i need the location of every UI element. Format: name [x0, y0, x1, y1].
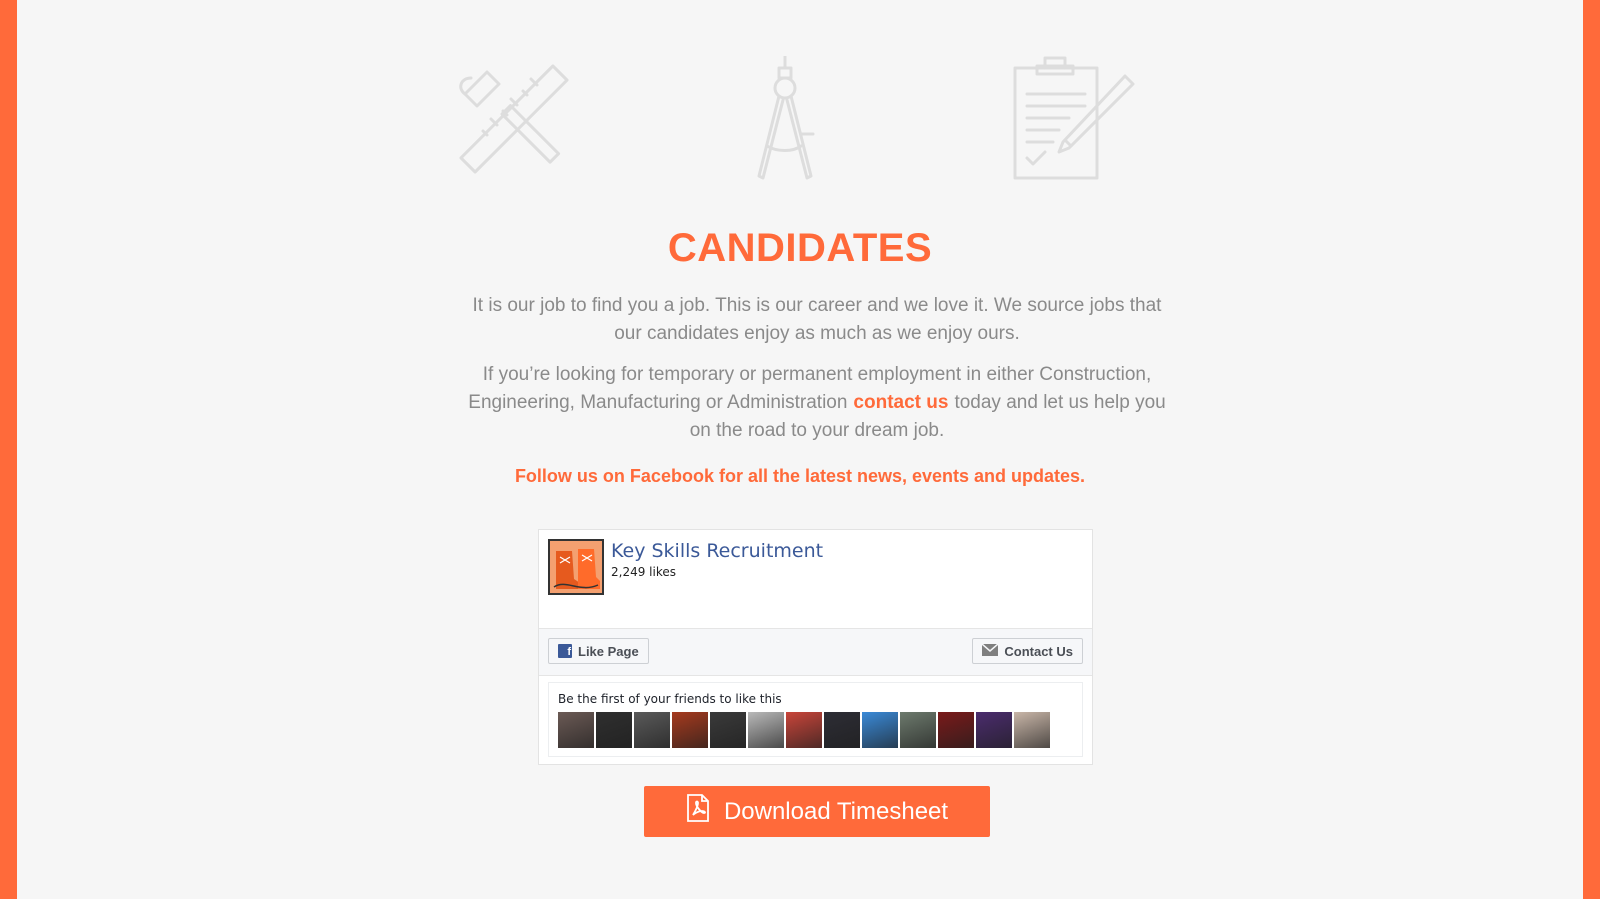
icons-row	[17, 50, 1583, 190]
pdf-icon	[686, 794, 710, 829]
friend-avatar[interactable]	[596, 712, 632, 748]
download-timesheet-label: Download Timesheet	[723, 797, 949, 825]
friend-avatar[interactable]	[710, 712, 746, 748]
clipboard-pen-icon	[1007, 54, 1137, 189]
contact-us-link[interactable]: contact us	[853, 392, 948, 413]
facebook-like-count: 2,249 likes	[611, 565, 676, 579]
like-page-button[interactable]: f Like Page	[548, 638, 649, 664]
facebook-actions-bar: f Like Page Contact Us	[539, 628, 1092, 676]
hammer-ruler-icon	[457, 64, 577, 179]
page: CANDIDATES It is our job to find you a j…	[17, 0, 1583, 899]
facebook-page-avatar[interactable]	[548, 539, 604, 595]
download-timesheet-button[interactable]: Download Timesheet	[644, 786, 990, 837]
facebook-follow-text: Follow us on Facebook for all the latest…	[514, 466, 1086, 486]
friend-avatar[interactable]	[824, 712, 860, 748]
contact-us-button[interactable]: Contact Us	[972, 638, 1083, 664]
friend-avatar[interactable]	[558, 712, 594, 748]
facebook-icon: f	[558, 644, 572, 658]
page-title: CANDIDATES	[667, 226, 933, 270]
facebook-header: Key Skills Recruitment 2,249 likes	[539, 530, 1092, 628]
friend-avatar[interactable]	[786, 712, 822, 748]
contact-us-label: Contact Us	[1004, 643, 1073, 659]
friend-avatar[interactable]	[976, 712, 1012, 748]
friend-avatar[interactable]	[862, 712, 898, 748]
boots-image	[550, 541, 602, 593]
employment-paragraph: If you’re looking for temporary or perma…	[462, 361, 1172, 445]
envelope-icon	[981, 642, 999, 659]
compass-icon	[737, 54, 817, 191]
friend-avatar[interactable]	[1014, 712, 1050, 748]
friend-avatar[interactable]	[900, 712, 936, 748]
friend-avatars	[558, 712, 1050, 748]
friend-avatar[interactable]	[748, 712, 784, 748]
friend-avatar[interactable]	[634, 712, 670, 748]
friend-avatar[interactable]	[672, 712, 708, 748]
intro-paragraph: It is our job to find you a job. This is…	[472, 295, 1162, 344]
facebook-page-widget: Key Skills Recruitment 2,249 likes f Lik…	[538, 529, 1093, 765]
friend-avatar[interactable]	[938, 712, 974, 748]
facebook-page-name[interactable]: Key Skills Recruitment	[611, 540, 823, 562]
facebook-friends-box: Be the first of your friends to like thi…	[548, 682, 1083, 757]
friends-like-text: Be the first of your friends to like thi…	[558, 692, 782, 706]
like-page-label: Like Page	[578, 643, 639, 659]
